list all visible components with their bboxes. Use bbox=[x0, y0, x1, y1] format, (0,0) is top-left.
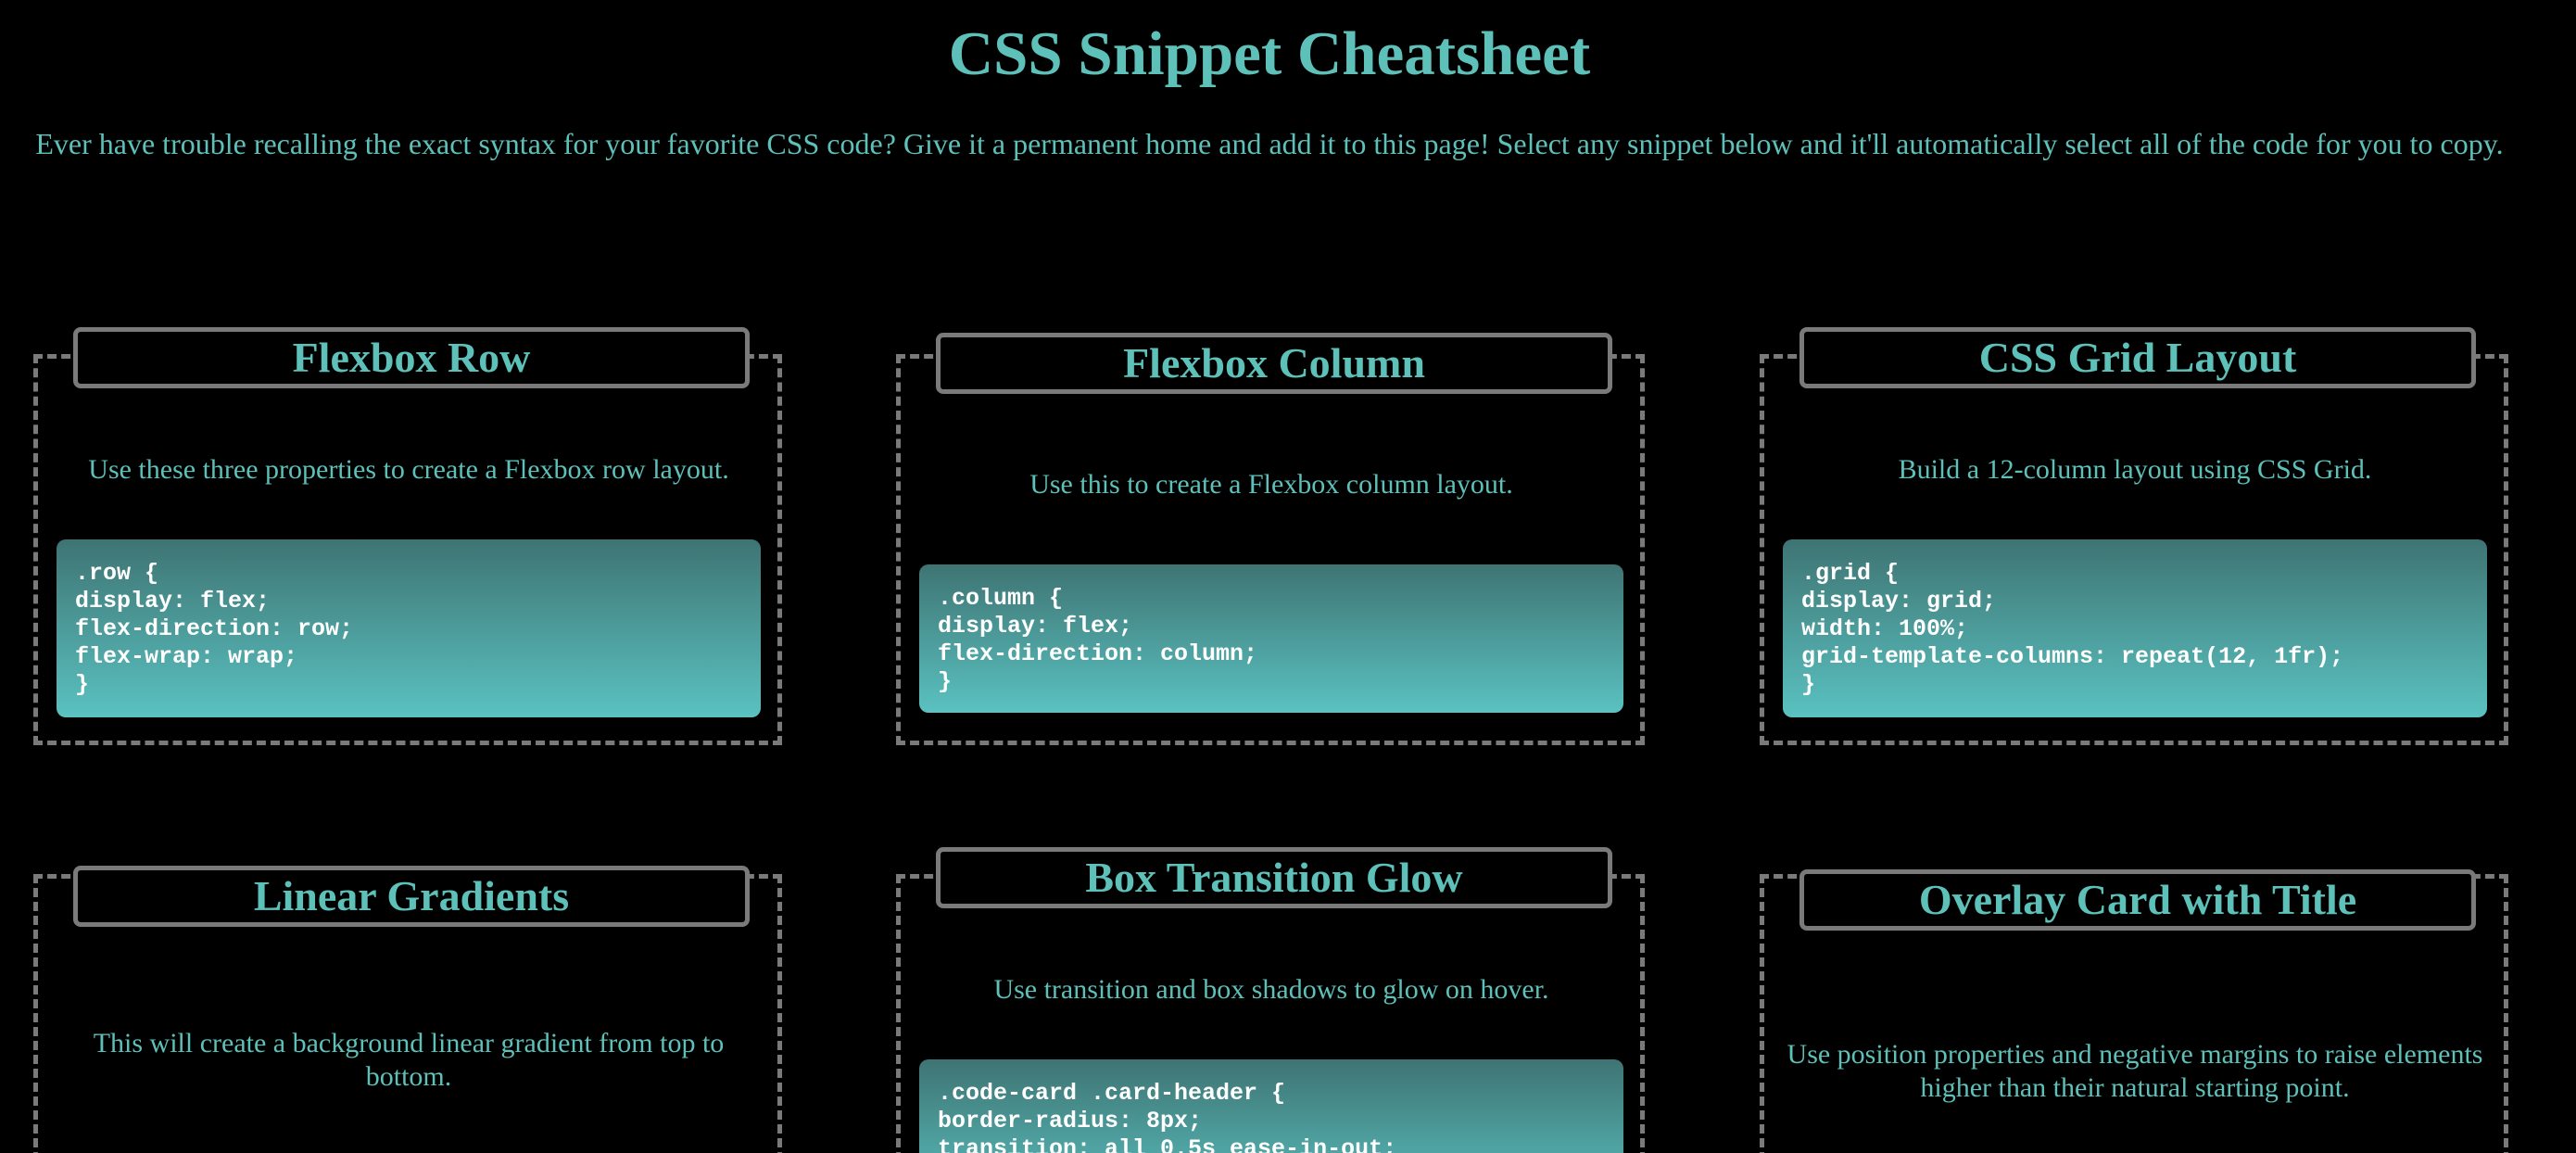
code-snippet[interactable]: .row { display: flex; flex-direction: ro… bbox=[57, 539, 761, 717]
snippet-card-linear-gradients: Linear Gradients This will create a back… bbox=[33, 866, 782, 1153]
snippet-card-overlay-card-with-title: Overlay Card with Title Use position pro… bbox=[1760, 869, 2508, 1153]
snippet-card-flexbox-row: Flexbox Row Use these three properties t… bbox=[33, 327, 782, 745]
card-description: Use position properties and negative mar… bbox=[1787, 1039, 2483, 1103]
page-title: CSS Snippet Cheatsheet bbox=[948, 19, 1591, 88]
snippet-card-box-transition-glow: Box Transition Glow Use transition and b… bbox=[896, 847, 1645, 1153]
card-header[interactable]: CSS Grid Layout bbox=[1799, 327, 2476, 388]
card-header[interactable]: Linear Gradients bbox=[73, 866, 750, 927]
card-description: Build a 12-column layout using CSS Grid. bbox=[1898, 454, 2372, 485]
card-description: Use these three properties to create a F… bbox=[88, 454, 729, 485]
card-description: Use this to create a Flexbox column layo… bbox=[1029, 469, 1513, 500]
code-snippet[interactable]: .column { display: flex; flex-direction:… bbox=[919, 564, 1623, 713]
code-snippet[interactable]: .code-card .card-header { border-radius:… bbox=[919, 1059, 1623, 1153]
card-header[interactable]: Box Transition Glow bbox=[936, 847, 1612, 908]
page-intro: Ever have trouble recalling the exact sy… bbox=[35, 127, 2504, 160]
card-header[interactable]: Flexbox Column bbox=[936, 333, 1612, 394]
card-header[interactable]: Flexbox Row bbox=[73, 327, 750, 388]
card-header[interactable]: Overlay Card with Title bbox=[1799, 869, 2476, 931]
snippet-card-css-grid-layout: CSS Grid Layout Build a 12-column layout… bbox=[1760, 327, 2508, 745]
snippet-card-flexbox-column: Flexbox Column Use this to create a Flex… bbox=[896, 333, 1645, 745]
card-description: This will create a background linear gra… bbox=[93, 1028, 725, 1092]
card-description: Use transition and box shadows to glow o… bbox=[993, 974, 1549, 1005]
code-snippet[interactable]: .grid { display: grid; width: 100%; grid… bbox=[1783, 539, 2487, 717]
